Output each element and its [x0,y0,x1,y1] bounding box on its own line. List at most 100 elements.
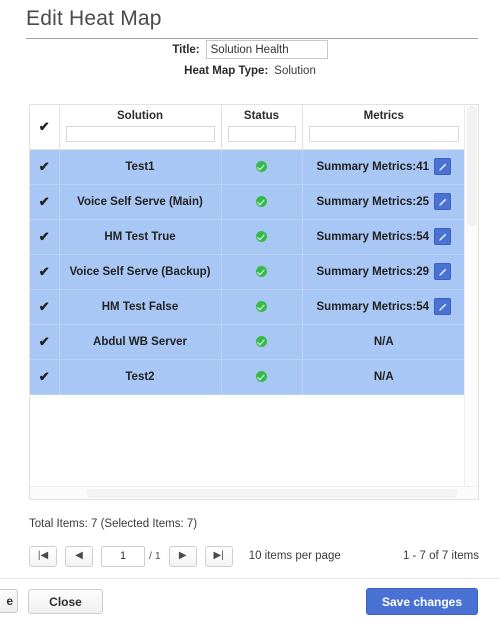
pencil-icon [438,198,446,206]
row-select-checkbox[interactable]: ✔ [30,184,60,220]
header-divider [26,38,478,39]
metric-value: Summary Metrics:54 [316,230,430,243]
cell-metrics: Summary Metrics:54 [302,219,465,255]
cell-metrics: Summary Metrics:29 [302,254,465,290]
dialog-header: Edit Heat Map [0,0,500,39]
dialog-footer: e Close Save changes [0,578,500,621]
status-ok-icon [256,160,267,172]
cell-metrics: Summary Metrics:25 [302,184,465,220]
pagination-bar: |◀ ◀ / 1 ▶ ▶| 10 items per page 1 - 7 of… [29,541,479,571]
status-ok-icon [256,370,267,382]
row-select-checkbox[interactable]: ✔ [30,254,60,290]
solutions-grid: ✔ Solution Status Metrics ✔ Test1 Summar… [29,104,479,500]
table-row[interactable]: ✔ Test1 Summary Metrics:41 [30,149,465,185]
close-button[interactable]: Close [28,589,103,614]
row-select-checkbox[interactable]: ✔ [30,324,60,360]
title-row: Title: [0,40,500,59]
solutions-table: ✔ Solution Status Metrics ✔ Test1 Summar… [30,105,465,395]
status-ok-icon [256,335,267,347]
first-page-button[interactable]: |◀ [29,545,57,567]
cell-metrics: N/A [302,359,465,395]
metric-value: Summary Metrics:29 [316,265,430,278]
items-per-page-label: 10 items per page [248,550,341,562]
grid-vertical-scrollbar[interactable] [464,105,478,487]
edit-metrics-button[interactable] [434,158,451,175]
metric-value: Summary Metrics:41 [316,160,430,173]
metric-cell-content: Summary Metrics:25 [307,193,462,210]
table-row[interactable]: ✔ Abdul WB Server N/A [30,324,465,360]
next-page-button[interactable]: ▶ [168,545,197,567]
edit-metrics-button[interactable] [434,263,451,280]
column-header-status[interactable]: Status [221,105,303,150]
page-number-input[interactable] [101,545,145,567]
filter-input-status[interactable] [227,126,296,142]
status-ok-icon [256,230,267,242]
column-header-solution[interactable]: Solution [59,105,222,150]
offscreen-button[interactable]: e [0,589,18,613]
column-label-metrics: Metrics [363,110,404,122]
metric-value: Summary Metrics:25 [316,195,430,208]
column-label-solution: Solution [117,110,163,122]
row-select-checkbox[interactable]: ✔ [30,289,60,325]
cell-solution: Test1 [59,149,222,185]
cell-metrics: N/A [302,324,465,360]
cell-status [221,359,303,395]
metric-value: N/A [373,370,394,383]
column-header-metrics[interactable]: Metrics [302,105,465,150]
check-icon: ✔ [38,298,50,314]
pencil-icon [438,163,446,171]
edit-metrics-button[interactable] [434,228,451,245]
cell-solution: Voice Self Serve (Backup) [59,254,222,290]
total-items-label: Total Items: 7 (Selected Items: 7) [29,518,198,530]
column-header-select-all[interactable]: ✔ [30,105,60,150]
check-icon: ✔ [38,228,50,244]
cell-status [221,149,303,185]
grid-horizontal-scrollbar[interactable] [30,486,478,499]
form-area: Title: Heat Map Type: Solution [0,40,500,83]
check-icon: ✔ [38,368,50,384]
pencil-icon [438,268,446,276]
row-select-checkbox[interactable]: ✔ [30,219,60,255]
check-icon: ✔ [38,158,50,174]
edit-metrics-button[interactable] [434,193,451,210]
cell-status [221,184,303,220]
table-row[interactable]: ✔ Test2 N/A [30,359,465,395]
table-row[interactable]: ✔ HM Test False Summary Metrics:54 [30,289,465,325]
row-select-checkbox[interactable]: ✔ [30,359,60,395]
pencil-icon [438,303,446,311]
cell-solution: Voice Self Serve (Main) [59,184,222,220]
edit-heat-map-dialog: Edit Heat Map Title: Heat Map Type: Solu… [0,0,500,621]
table-row[interactable]: ✔ HM Test True Summary Metrics:54 [30,219,465,255]
heatmap-type-label: Heat Map Type: [184,65,269,77]
filter-input-metrics[interactable] [308,126,459,142]
last-page-button[interactable]: ▶| [204,545,233,567]
title-input[interactable] [205,40,328,59]
table-row[interactable]: ✔ Voice Self Serve (Main) Summary Metrics:… [30,184,465,220]
metric-cell-content: Summary Metrics:29 [307,263,462,280]
total-pages-label: / 1 [149,550,161,562]
status-ok-icon [256,195,267,207]
filter-input-solution[interactable] [65,126,215,142]
metric-cell-content: Summary Metrics:41 [307,158,462,175]
save-changes-button[interactable]: Save changes [366,588,478,615]
table-row[interactable]: ✔ Voice Self Serve (Backup) Summary Metric… [30,254,465,290]
check-icon: ✔ [38,333,50,349]
cell-metrics: Summary Metrics:41 [302,149,465,185]
heatmap-type-row: Heat Map Type: Solution [0,65,500,77]
row-select-checkbox[interactable]: ✔ [30,149,60,185]
metric-value: N/A [373,335,394,348]
status-ok-icon [256,300,267,312]
previous-page-button[interactable]: ◀ [65,545,93,567]
item-range-label: 1 - 7 of 7 items [402,550,479,562]
grid-horizontal-scroll-thumb[interactable] [86,489,458,498]
grid-scroll-area: ✔ Solution Status Metrics ✔ Test1 Summar… [30,105,478,499]
metric-cell-content: N/A [307,336,462,348]
cell-status [221,289,303,325]
page-title: Edit Heat Map [26,7,162,30]
check-icon: ✔ [38,193,50,209]
metric-cell-content: N/A [307,371,462,383]
edit-metrics-button[interactable] [434,298,451,315]
grid-vertical-scroll-thumb[interactable] [467,106,477,226]
cell-metrics: Summary Metrics:54 [302,289,465,325]
cell-status [221,219,303,255]
